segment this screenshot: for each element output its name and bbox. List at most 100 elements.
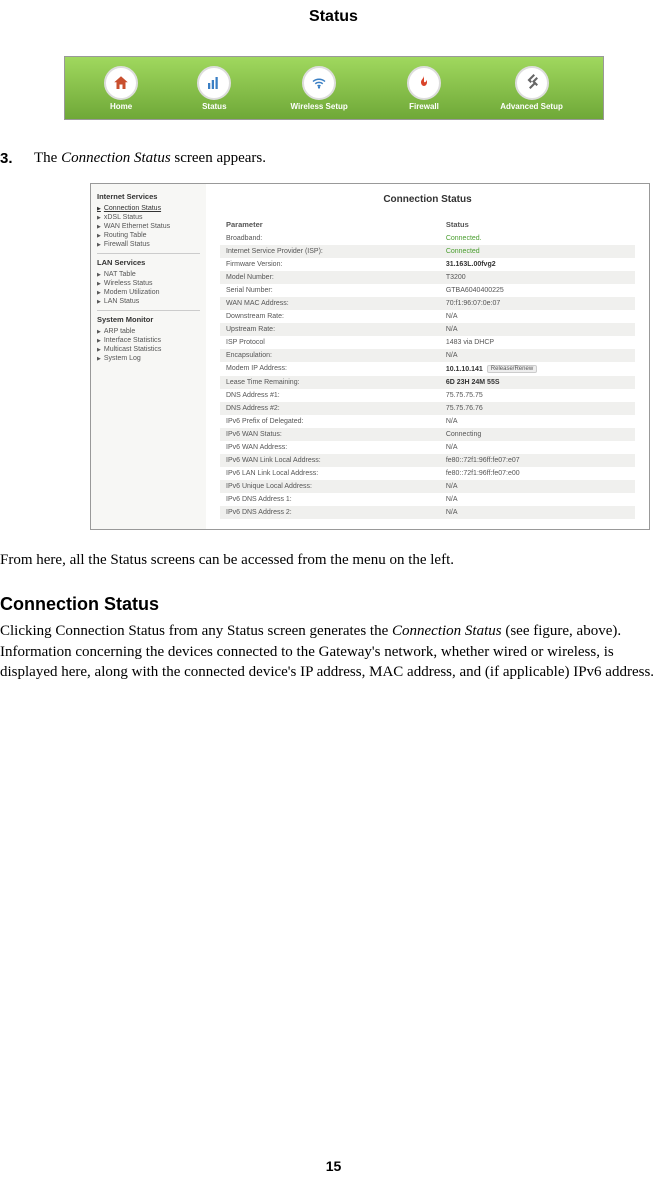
row-param: WAN MAC Address: (226, 300, 446, 307)
row-param: IPv6 WAN Status: (226, 431, 446, 438)
step-3: 3. The Connection Status screen appears. (0, 150, 667, 177)
sidebar-item-wireless-status[interactable]: ▶Wireless Status (97, 279, 200, 288)
header-param: Parameter (226, 220, 446, 229)
row-param: IPv6 WAN Link Local Address: (226, 457, 446, 464)
row-param: Serial Number: (226, 287, 446, 294)
row-status: N/A (446, 313, 629, 320)
sidebar-item-wan-ethernet[interactable]: ▶WAN Ethernet Status (97, 222, 200, 231)
table-row: Serial Number:GTBA6040400225 (220, 284, 635, 297)
row-status: 75.75.76.76 (446, 405, 629, 412)
sidebar-item-firewall-status[interactable]: ▶Firewall Status (97, 240, 200, 249)
row-param: Lease Time Remaining: (226, 379, 446, 386)
sidebar-item-routing-table[interactable]: ▶Routing Table (97, 231, 200, 240)
arrow-icon: ▶ (97, 290, 101, 296)
page-number: 15 (0, 1158, 667, 1174)
row-status: N/A (446, 444, 629, 451)
sidebar-group-title: LAN Services (97, 258, 200, 267)
row-param: ISP Protocol (226, 339, 446, 346)
sidebar-item-label: Multicast Statistics (104, 346, 162, 353)
arrow-icon: ▶ (97, 272, 101, 278)
nav-bar-figure: Home Status Wireless Setup Firewall Adva… (64, 56, 604, 120)
row-param: IPv6 DNS Address 1: (226, 496, 446, 503)
sidebar-item-interface-stats[interactable]: ▶Interface Statistics (97, 336, 200, 345)
row-param: Modem IP Address: (226, 365, 446, 373)
sidebar-group-title: Internet Services (97, 192, 200, 201)
firewall-icon (407, 66, 441, 100)
step-text: The Connection Status screen appears. (34, 150, 266, 167)
arrow-icon: ▶ (97, 215, 101, 221)
arrow-icon: ▶ (97, 338, 101, 344)
row-param: IPv6 WAN Address: (226, 444, 446, 451)
row-param: IPv6 DNS Address 2: (226, 509, 446, 516)
nav-item-home[interactable]: Home (104, 66, 138, 111)
sidebar-item-label: Interface Statistics (104, 337, 161, 344)
sidebar-item-label: LAN Status (104, 298, 139, 305)
release-renew-button[interactable]: Release/Renew (487, 365, 537, 373)
sidebar-group-title: System Monitor (97, 315, 200, 324)
sidebar-item-arp-table[interactable]: ▶ARP table (97, 327, 200, 336)
table-header: Parameter Status (220, 217, 635, 232)
sidebar-item-system-log[interactable]: ▶System Log (97, 354, 200, 363)
sidebar-item-label: xDSL Status (104, 214, 143, 221)
nav-item-status[interactable]: Status (197, 66, 231, 111)
row-status: 6D 23H 24M 55S (446, 379, 629, 386)
table-row: Upstream Rate:N/A (220, 323, 635, 336)
row-status: 1483 via DHCP (446, 339, 629, 346)
tools-icon (515, 66, 549, 100)
row-status: fe80::72f1:96ff:fe07:e00 (446, 470, 629, 477)
sidebar-item-label: ARP table (104, 328, 135, 335)
paragraph-1: From here, all the Status screens can be… (0, 550, 667, 594)
sidebar-item-multicast-stats[interactable]: ▶Multicast Statistics (97, 345, 200, 354)
sidebar-item-modem-util[interactable]: ▶Modem Utilization (97, 288, 200, 297)
content-title: Connection Status (220, 194, 635, 205)
sidebar-item-connection-status[interactable]: ▶Connection Status (97, 204, 200, 213)
row-status: Connected. (446, 235, 629, 242)
content-area: Connection Status Parameter Status Broad… (206, 184, 649, 529)
connection-status-figure: Internet Services ▶Connection Status ▶xD… (90, 183, 650, 530)
table-row: Encapsulation:N/A (220, 349, 635, 362)
row-status: GTBA6040400225 (446, 287, 629, 294)
row-param: Broadband: (226, 235, 446, 242)
table-row: IPv6 Prefix of Delegated:N/A (220, 415, 635, 428)
section-body: Clicking Connection Status from any Stat… (0, 621, 667, 706)
table-row: IPv6 Unique Local Address:N/A (220, 480, 635, 493)
sidebar-item-xdsl[interactable]: ▶xDSL Status (97, 213, 200, 222)
arrow-icon: ▶ (97, 356, 101, 362)
sidebar-item-label: System Log (104, 355, 141, 362)
row-param: Upstream Rate: (226, 326, 446, 333)
sidebar-item-label: Modem Utilization (104, 289, 160, 296)
nav-item-advanced[interactable]: Advanced Setup (500, 66, 563, 111)
arrow-icon: ▶ (97, 206, 101, 212)
step-prefix: The (34, 150, 61, 166)
sidebar: Internet Services ▶Connection Status ▶xD… (91, 184, 206, 529)
row-param: IPv6 LAN Link Local Address: (226, 470, 446, 477)
nav-label: Wireless Setup (291, 102, 348, 111)
row-status: Connected (446, 248, 629, 255)
sidebar-item-label: NAT Table (104, 271, 136, 278)
row-status: N/A (446, 509, 629, 516)
row-param: Downstream Rate: (226, 313, 446, 320)
arrow-icon: ▶ (97, 281, 101, 287)
sidebar-item-label: Routing Table (104, 232, 147, 239)
section-italic: Connection Status (392, 623, 502, 639)
row-param: DNS Address #1: (226, 392, 446, 399)
arrow-icon: ▶ (97, 329, 101, 335)
arrow-icon: ▶ (97, 299, 101, 305)
nav-item-firewall[interactable]: Firewall (407, 66, 441, 111)
row-status: N/A (446, 326, 629, 333)
sidebar-item-label: Connection Status (104, 205, 161, 212)
wifi-icon (302, 66, 336, 100)
table-row: ISP Protocol1483 via DHCP (220, 336, 635, 349)
sidebar-item-lan-status[interactable]: ▶LAN Status (97, 297, 200, 306)
table-row: Internet Service Provider (ISP):Connecte… (220, 245, 635, 258)
screen-name-italic: Connection Status (61, 150, 171, 166)
sidebar-item-nat-table[interactable]: ▶NAT Table (97, 270, 200, 279)
nav-item-wireless[interactable]: Wireless Setup (291, 66, 348, 111)
nav-label: Firewall (409, 102, 439, 111)
row-status: fe80::72f1:96ff:fe07:e07 (446, 457, 629, 464)
nav-label: Home (110, 102, 132, 111)
step-number: 3. (0, 150, 22, 167)
row-status: N/A (446, 496, 629, 503)
status-table: Parameter Status Broadband:Connected. Int… (220, 217, 635, 519)
nav-label: Status (202, 102, 226, 111)
